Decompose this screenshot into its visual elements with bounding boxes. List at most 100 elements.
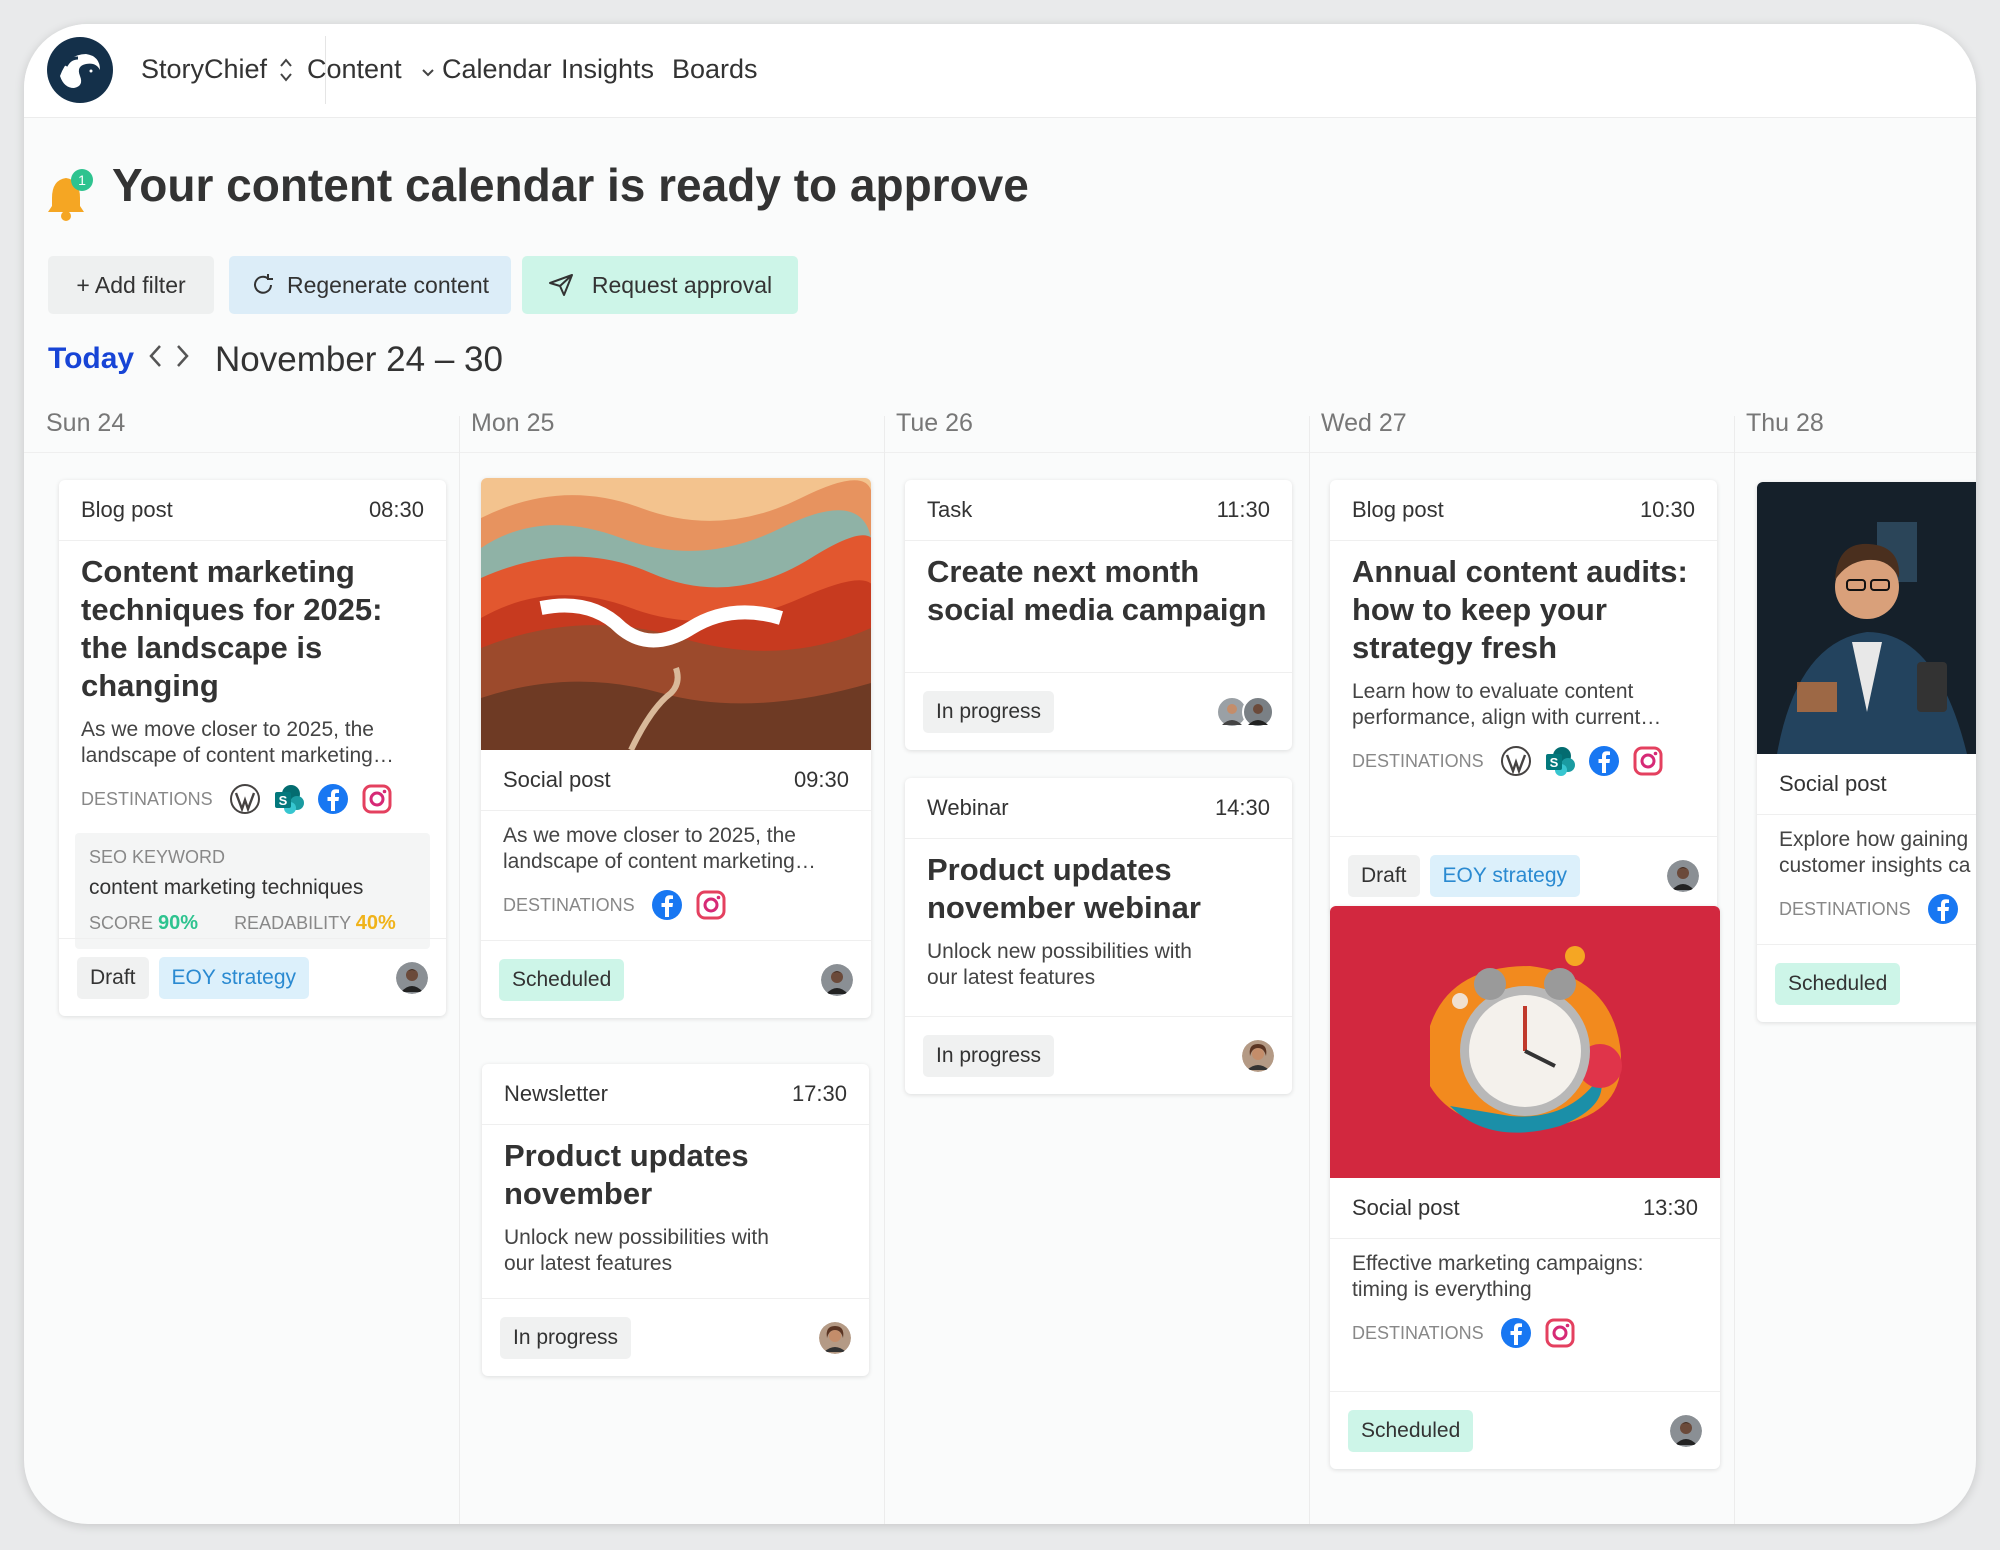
day-header-divider xyxy=(24,452,1976,453)
card-type: Blog post xyxy=(81,497,173,522)
seo-keyword-label: SEO KEYWORD xyxy=(89,847,226,867)
status-badge[interactable]: Scheduled xyxy=(499,958,625,1001)
bell-icon: 1 xyxy=(48,169,93,221)
content-card-tue-webinar[interactable]: Webinar 14:30 Product updates november w… xyxy=(905,778,1292,1094)
avatar xyxy=(1242,1040,1274,1072)
nav-item-content[interactable]: Content xyxy=(307,54,435,85)
card-type: Webinar xyxy=(927,795,1009,820)
destinations-row: DESTINATIONS xyxy=(1330,1317,1720,1349)
destinations-row: DESTINATIONS S xyxy=(59,783,446,815)
notification-bell[interactable]: 1 xyxy=(46,166,96,222)
seo-panel: SEO KEYWORD content marketing techniques… xyxy=(75,833,430,949)
nav-item-label: Insights xyxy=(561,54,655,84)
sharepoint-icon: S xyxy=(274,785,304,814)
instagram-icon xyxy=(696,890,726,920)
alarm-clock-image xyxy=(1330,906,1720,1178)
readability-value: 40% xyxy=(355,912,396,934)
status-badge[interactable]: In progress xyxy=(923,690,1055,733)
destinations-row: DESTINATIONS xyxy=(1757,893,1976,925)
status-badge[interactable]: Scheduled xyxy=(1348,1409,1474,1452)
content-card-mon-social[interactable]: Social post 09:30 As we move closer to 2… xyxy=(481,478,871,1018)
card-header: Blog post 08:30 xyxy=(59,480,446,541)
nav-item-insights[interactable]: Insights xyxy=(561,54,654,85)
notification-badge: 1 xyxy=(78,172,86,188)
chevron-down-icon xyxy=(422,69,434,77)
wordpress-icon xyxy=(229,784,260,814)
facebook-icon xyxy=(1588,746,1619,776)
tag-badge[interactable]: EOY strategy xyxy=(158,956,310,999)
status-badge[interactable]: Draft xyxy=(1348,854,1420,897)
day-header-wed: Wed 27 xyxy=(1321,409,1407,437)
svg-text:S: S xyxy=(1549,755,1558,770)
status-badge[interactable]: Draft xyxy=(77,956,149,999)
tag-badge[interactable]: EOY strategy xyxy=(1429,854,1581,897)
day-header-mon: Mon 25 xyxy=(471,409,555,437)
request-approval-label: Request approval xyxy=(591,271,773,298)
content-card-mon-newsletter[interactable]: Newsletter 17:30 Product updates novembe… xyxy=(482,1064,869,1376)
card-description: As we move closer to 2025, the landscape… xyxy=(81,718,394,767)
card-footer: In progress xyxy=(482,1298,869,1376)
date-arrows xyxy=(148,344,190,368)
sharepoint-icon: S xyxy=(1545,747,1575,776)
avatar xyxy=(1670,1415,1702,1447)
content-card-thu-social[interactable]: Social post Explore how gaining customer… xyxy=(1757,482,1976,1022)
seo-keyword-value: content marketing techniques xyxy=(89,876,364,899)
nav-item-boards[interactable]: Boards xyxy=(672,54,758,85)
today-button[interactable]: Today xyxy=(48,342,134,376)
card-type: Social post xyxy=(1779,771,1887,796)
nav-item-calendar[interactable]: Calendar xyxy=(442,54,552,85)
card-description: Learn how to evaluate content performanc… xyxy=(1352,680,1662,729)
card-description: Effective marketing campaigns: timing is… xyxy=(1352,1252,1644,1301)
content-card-sun-blog[interactable]: Blog post 08:30 Content marketing techni… xyxy=(59,480,446,1016)
content-card-wed-social[interactable]: Social post 13:30 Effective marketing ca… xyxy=(1330,906,1720,1469)
svg-text:S: S xyxy=(278,793,287,808)
score-value: 90% xyxy=(158,912,199,934)
regenerate-content-button[interactable]: Regenerate content xyxy=(229,256,511,314)
nav-item-label: Content xyxy=(307,54,402,84)
status-badge[interactable]: Scheduled xyxy=(1775,962,1901,1005)
card-footer: Draft EOY strategy xyxy=(59,938,446,1016)
chevron-left-icon[interactable] xyxy=(148,344,162,368)
card-footer: In progress xyxy=(905,1016,1292,1094)
score-label: SCORE xyxy=(89,913,154,933)
workspace-switcher[interactable]: StoryChief xyxy=(141,54,293,85)
nav-item-label: Boards xyxy=(672,54,758,84)
wordpress-icon xyxy=(1500,746,1531,776)
card-footer: Scheduled xyxy=(1330,1391,1720,1469)
request-approval-button[interactable]: Request approval xyxy=(522,256,798,314)
destinations-label: DESTINATIONS xyxy=(1352,750,1484,771)
day-header-tue: Tue 26 xyxy=(896,409,973,437)
nav-item-label: Calendar xyxy=(442,54,552,84)
column-divider xyxy=(459,416,460,1524)
card-footer: Scheduled xyxy=(481,940,871,1018)
destinations-label: DESTINATIONS xyxy=(503,894,635,915)
card-time: 14:30 xyxy=(1214,795,1270,820)
facebook-icon xyxy=(651,890,682,920)
day-header-sun: Sun 24 xyxy=(46,409,126,437)
send-icon xyxy=(548,274,573,296)
facebook-icon xyxy=(1500,1318,1531,1348)
status-badge[interactable]: In progress xyxy=(500,1316,632,1359)
card-header: Blog post 10:30 xyxy=(1330,480,1717,541)
card-header: Newsletter 17:30 xyxy=(482,1064,869,1125)
chevron-right-icon[interactable] xyxy=(176,344,190,368)
instagram-icon xyxy=(1633,746,1663,776)
content-card-tue-task[interactable]: Task 11:30 Create next month social medi… xyxy=(905,480,1292,750)
facebook-icon xyxy=(1927,894,1958,924)
card-time: 17:30 xyxy=(791,1081,847,1106)
card-title: Annual content audits: how to keep your … xyxy=(1352,554,1688,665)
destinations-row: DESTINATIONS xyxy=(481,889,871,921)
column-divider xyxy=(1734,416,1735,1524)
card-description: Explore how gaining customer insights ca xyxy=(1779,828,1971,877)
card-time: 09:30 xyxy=(793,767,849,792)
content-card-wed-blog[interactable]: Blog post 10:30 Annual content audits: h… xyxy=(1330,480,1717,914)
card-header: Social post 13:30 xyxy=(1330,1178,1720,1239)
app-window: StoryChief Content Calendar Insights Boa… xyxy=(24,24,1976,1524)
status-badge[interactable]: In progress xyxy=(923,1034,1055,1077)
storychief-logo-icon[interactable] xyxy=(46,36,114,104)
card-type: Newsletter xyxy=(504,1081,608,1106)
destinations-row: DESTINATIONS S xyxy=(1330,745,1717,777)
add-filter-button[interactable]: + Add filter xyxy=(48,256,214,314)
card-title: Product updates november webinar xyxy=(927,852,1201,925)
brand-name: StoryChief xyxy=(141,54,268,84)
